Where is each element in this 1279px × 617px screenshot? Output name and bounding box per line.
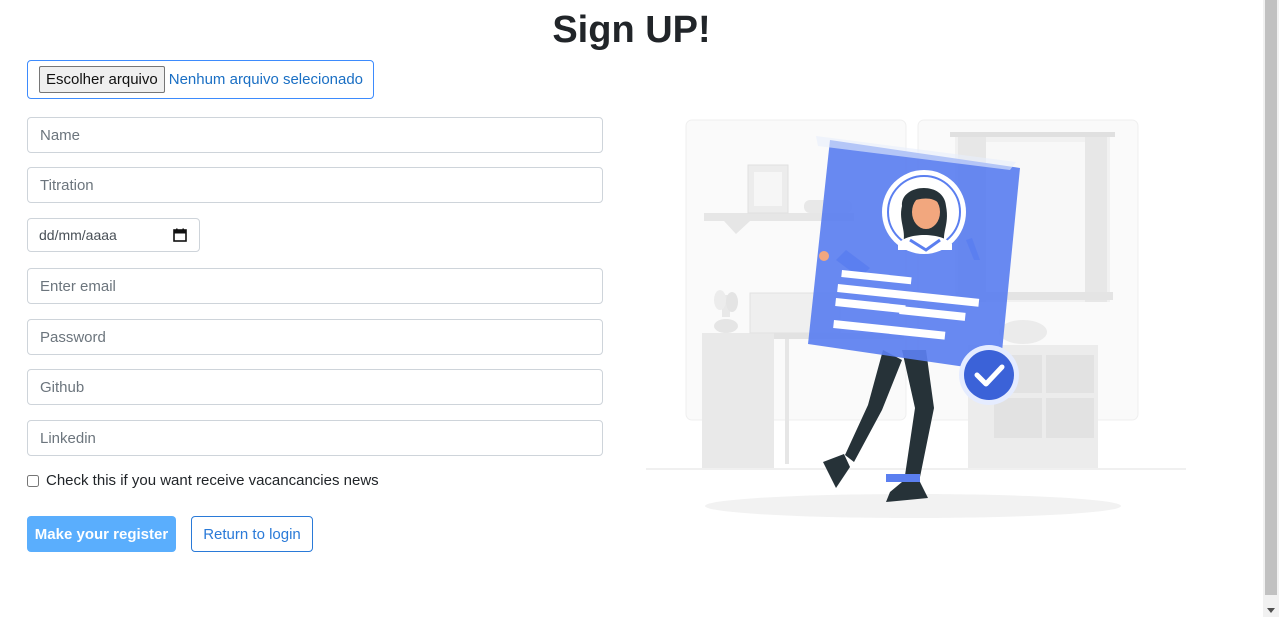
news-checkbox[interactable]	[27, 474, 39, 487]
file-status-text: Nenhum arquivo selecionado	[168, 71, 364, 88]
file-input[interactable]: Escolher arquivo Nenhum arquivo selecion…	[27, 60, 374, 99]
return-to-login-button[interactable]: Return to login	[191, 516, 313, 552]
signup-page: Sign UP! Escolher arquivo Nenhum arquivo…	[0, 0, 1279, 617]
signup-illustration	[640, 110, 1200, 530]
checkmark-icon	[959, 345, 1019, 405]
email-input[interactable]	[27, 268, 603, 304]
titration-input[interactable]	[27, 167, 603, 203]
name-input[interactable]	[27, 117, 603, 153]
password-input[interactable]	[27, 319, 603, 355]
page-scrollbar[interactable]	[1263, 0, 1279, 617]
date-placeholder: dd/mm/aaaa	[39, 227, 117, 243]
choose-file-button[interactable]: Escolher arquivo	[39, 66, 165, 93]
calendar-icon[interactable]	[173, 228, 187, 242]
news-checkbox-row[interactable]: Check this if you want receive vacancanc…	[27, 472, 379, 489]
scroll-down-icon[interactable]	[1267, 608, 1275, 613]
register-button[interactable]: Make your register	[27, 516, 176, 552]
page-title: Sign UP!	[552, 9, 711, 51]
news-checkbox-label: Check this if you want receive vacancanc…	[46, 472, 379, 489]
github-input[interactable]	[27, 369, 603, 405]
date-input[interactable]: dd/mm/aaaa	[27, 218, 200, 252]
scrollbar-thumb[interactable]	[1265, 0, 1277, 595]
linkedin-input[interactable]	[27, 420, 603, 456]
